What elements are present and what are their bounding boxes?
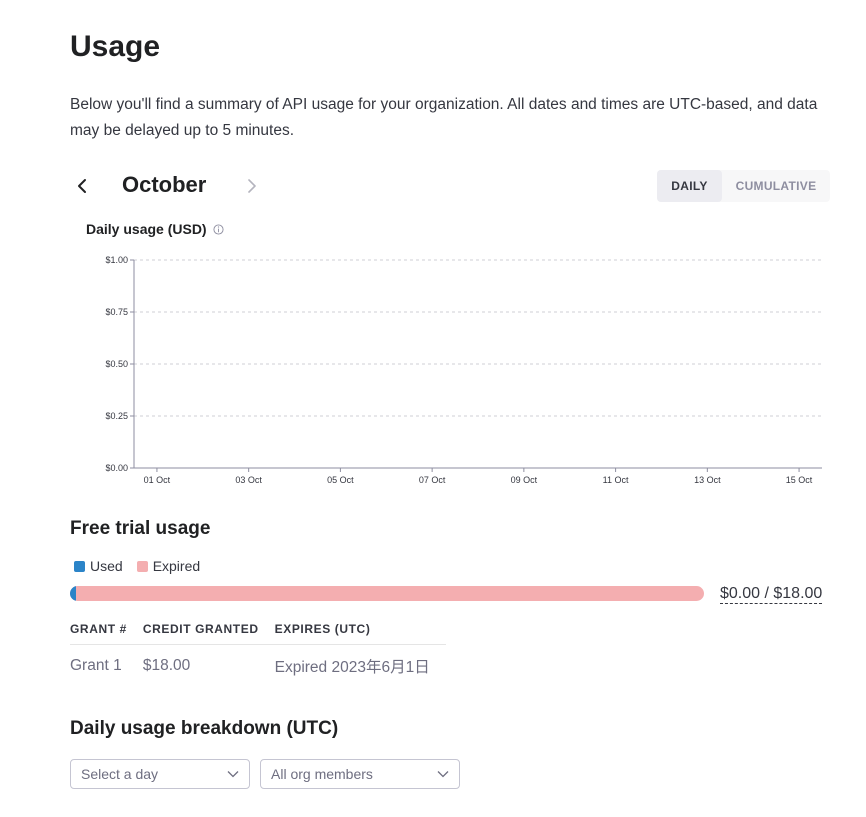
header-credit-granted: CREDIT GRANTED: [142, 616, 275, 645]
legend-label-expired: Expired: [152, 558, 201, 574]
chevron-left-icon: [78, 179, 86, 193]
legend-swatch-used: [74, 560, 85, 572]
table-row: Grant 1 $18.00 Expired 2023年6月1日: [70, 645, 446, 684]
member-select[interactable]: All org members: [260, 759, 460, 789]
y-tick-label: $0.00: [105, 463, 128, 473]
header-grant: GRANT #: [70, 616, 143, 645]
previous-month-button[interactable]: [70, 168, 94, 204]
chevron-right-icon: [248, 179, 256, 193]
month-label: October: [122, 172, 207, 197]
x-tick-label: 03 Oct: [235, 475, 262, 485]
grant-name-cell: Grant 1: [70, 657, 122, 674]
info-icon[interactable]: [213, 223, 224, 235]
y-tick-label: $0.50: [105, 359, 128, 369]
x-tick-label: 09 Oct: [511, 475, 538, 485]
x-tick-label: 05 Oct: [327, 475, 354, 485]
grants-header-row: GRANT # CREDIT GRANTED EXPIRES (UTC): [70, 616, 446, 645]
legend-swatch-expired: [136, 560, 148, 572]
chart-title-text: Daily usage (USD): [86, 221, 207, 237]
y-tick-label: $0.75: [105, 307, 128, 317]
y-tick-label: $0.25: [105, 411, 128, 421]
header-expires: EXPIRES (UTC): [274, 616, 446, 645]
legend-item-used: Used: [74, 558, 123, 574]
breakdown-title: Daily usage breakdown (UTC): [70, 718, 339, 739]
x-tick-label: 13 Oct: [694, 475, 721, 485]
expires-cell: Expired 2023年6月1日: [274, 659, 430, 676]
x-tick-label: 07 Oct: [419, 475, 446, 485]
trial-amount[interactable]: $0.00 / $18.00: [720, 585, 823, 604]
credit-granted-cell: $18.00: [142, 657, 191, 674]
chevron-down-icon: [227, 771, 239, 778]
legend-item-expired: Expired: [136, 558, 201, 574]
next-month-button[interactable]: [240, 168, 264, 204]
chart-title: Daily usage (USD): [86, 221, 224, 237]
day-select-placeholder: Select a day: [81, 766, 159, 782]
page-intro: Below you'll find a summary of API usage…: [70, 96, 818, 139]
chevron-down-icon: [437, 771, 449, 778]
trial-usage-bar: [70, 586, 704, 601]
daily-toggle-button[interactable]: DAILY: [657, 170, 722, 202]
cumulative-toggle-button[interactable]: CUMULATIVE: [722, 170, 830, 202]
free-trial-title: Free trial usage: [70, 518, 211, 539]
trial-used-fill: [70, 586, 77, 601]
x-tick-label: 15 Oct: [786, 475, 813, 485]
y-tick-label: $1.00: [105, 255, 128, 265]
trial-legend: Used Expired: [74, 558, 200, 574]
member-select-value: All org members: [271, 766, 373, 782]
day-select[interactable]: Select a day: [70, 759, 250, 789]
legend-label-used: Used: [90, 558, 123, 574]
page-title: Usage: [70, 30, 161, 63]
view-toggle: DAILY CUMULATIVE: [657, 170, 830, 202]
x-tick-label: 11 Oct: [603, 475, 629, 485]
grants-table: GRANT # CREDIT GRANTED EXPIRES (UTC) Gra…: [70, 616, 446, 683]
month-navigator: October: [70, 168, 270, 204]
x-tick-label: 01 Oct: [144, 475, 171, 485]
daily-usage-chart: $0.00 $0.25 $0.50 $0.75 $1.00 01 Oct 03 Oct 05 …: [105, 255, 822, 485]
